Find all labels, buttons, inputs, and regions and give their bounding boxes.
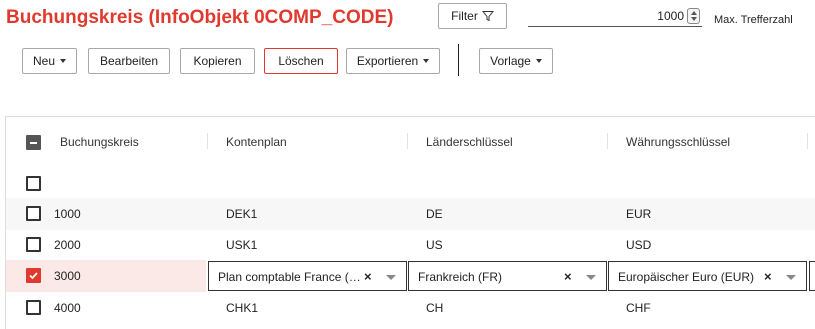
column-divider[interactable]: [207, 133, 208, 149]
data-table: Buchungskreis Kontenplan Länderschlüssel…: [5, 116, 815, 329]
spinner-icon[interactable]: [687, 8, 700, 24]
filter-row: [6, 168, 815, 200]
delete-button-label: Löschen: [278, 54, 324, 68]
column-divider[interactable]: [607, 133, 608, 149]
chevron-down-icon[interactable]: [386, 275, 396, 280]
column-divider[interactable]: [807, 133, 808, 149]
copy-button[interactable]: Kopieren: [180, 48, 255, 74]
combobox-value: Plan comptable France (…: [218, 270, 361, 284]
table-row[interactable]: 1000 DEK1 DE EUR: [6, 198, 815, 230]
table-row-selected[interactable]: 3000 Plan comptable France (… × Frankrei…: [6, 260, 815, 292]
row-checkbox[interactable]: [26, 206, 41, 221]
select-all-checkbox[interactable]: [26, 135, 41, 150]
clear-icon[interactable]: ×: [764, 269, 772, 284]
max-hits-input[interactable]: 1000: [528, 6, 702, 27]
next-column-combobox[interactable]: [809, 261, 815, 291]
column-divider[interactable]: [407, 133, 408, 149]
page-title: Buchungskreis (InfoObjekt 0COMP_CODE): [6, 7, 394, 28]
export-button[interactable]: Exportieren: [346, 48, 440, 74]
edit-button-label: Bearbeiten: [99, 54, 159, 68]
clear-icon[interactable]: ×: [364, 269, 372, 284]
column-header-chart[interactable]: Kontenplan: [226, 135, 287, 149]
cell-country: US: [426, 238, 443, 252]
check-icon: [29, 272, 38, 280]
table-header-row: Buchungskreis Kontenplan Länderschlüssel…: [6, 125, 815, 157]
cell-code: 2000: [54, 238, 81, 252]
row-checkbox[interactable]: [26, 300, 41, 315]
filter-row-checkbox[interactable]: [26, 176, 41, 191]
delete-button[interactable]: Löschen: [264, 48, 338, 74]
cell-code: 4000: [54, 301, 81, 315]
filter-button[interactable]: Filter: [438, 3, 507, 29]
export-button-label: Exportieren: [356, 54, 419, 68]
column-header-code[interactable]: Buchungskreis: [60, 135, 139, 149]
combobox-value: Frankreich (FR): [418, 270, 503, 284]
funnel-icon: [481, 11, 494, 22]
cell-code: 3000: [54, 269, 81, 283]
filter-label: Filter: [451, 9, 478, 23]
chevron-down-icon[interactable]: [786, 275, 796, 280]
cell-currency: USD: [626, 238, 652, 252]
cell-chart: DEK1: [226, 207, 258, 221]
edit-button[interactable]: Bearbeiten: [88, 48, 170, 74]
new-button[interactable]: Neu: [22, 48, 77, 74]
max-hits-label: Max. Trefferzahl: [714, 14, 793, 26]
table-row[interactable]: 4000 CHK1 CH CHF: [6, 292, 815, 324]
copy-button-label: Kopieren: [193, 54, 242, 68]
cell-country: CH: [426, 301, 444, 315]
clear-icon[interactable]: ×: [564, 269, 572, 284]
new-button-label: Neu: [32, 54, 55, 68]
chart-of-accounts-combobox[interactable]: Plan comptable France (… ×: [208, 261, 407, 291]
cell-currency: EUR: [626, 207, 652, 221]
toolbar-divider: [458, 44, 459, 76]
country-combobox[interactable]: Frankreich (FR) ×: [408, 261, 607, 291]
cell-currency: CHF: [626, 301, 651, 315]
row-checkbox[interactable]: [26, 237, 41, 252]
template-button-label: Vorlage: [490, 54, 531, 68]
currency-combobox[interactable]: Europäischer Euro (EUR) ×: [608, 261, 807, 291]
row-checkbox-checked[interactable]: [26, 268, 41, 283]
template-button[interactable]: Vorlage: [479, 48, 553, 74]
max-hits-value: 1000: [657, 9, 684, 23]
chevron-down-icon: [535, 59, 542, 63]
table-row[interactable]: 2000 USK1 US USD: [6, 229, 815, 261]
chevron-down-icon: [423, 59, 430, 63]
cell-chart: USK1: [226, 238, 258, 252]
cell-code: 1000: [54, 207, 81, 221]
cell-country: DE: [426, 207, 443, 221]
chevron-down-icon[interactable]: [586, 275, 596, 280]
chevron-down-icon: [60, 59, 66, 63]
combobox-value: Europäischer Euro (EUR): [618, 270, 755, 284]
cell-chart: CHK1: [226, 301, 259, 315]
column-header-country[interactable]: Länderschlüssel: [426, 135, 513, 149]
column-header-currency[interactable]: Währungsschlüssel: [626, 135, 730, 149]
